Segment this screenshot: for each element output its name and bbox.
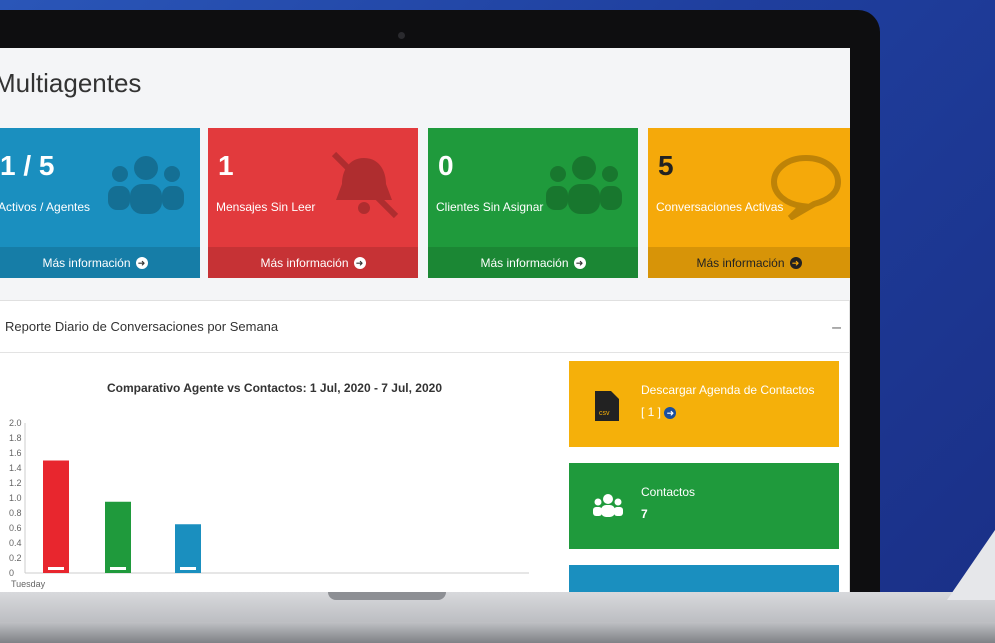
- card-unread-messages: 1 Mensajes Sin Leer Más información ➜: [208, 128, 418, 278]
- card-value: 1 / 5: [0, 150, 55, 181]
- chat-bubble-icon: [770, 154, 842, 220]
- report-panel: Reporte Diario de Conversaciones por Sem…: [0, 300, 850, 603]
- card-value: 0: [438, 150, 454, 181]
- laptop-base-edge: [0, 622, 995, 643]
- card-label: Clientes Sin Asignar: [436, 200, 544, 214]
- y-tick-label: 0.2: [9, 553, 22, 563]
- y-tick-label: 1.2: [9, 478, 22, 488]
- y-tick-label: 1.8: [9, 433, 22, 443]
- more-info-link[interactable]: Más información ➜: [428, 247, 638, 278]
- x-tick-label: Tuesday: [11, 579, 46, 589]
- bar: [43, 460, 69, 573]
- contacts-box[interactable]: Contactos 7: [569, 463, 839, 549]
- info-box-sub: 7: [641, 507, 648, 521]
- more-info-label: Más información: [696, 255, 785, 270]
- more-info-label: Más información: [42, 255, 131, 270]
- card-label: Activos / Agentes: [0, 200, 91, 214]
- more-info-link[interactable]: Más información ➜: [208, 247, 418, 278]
- bar-marker: [48, 567, 64, 570]
- y-tick-label: 1.4: [9, 463, 22, 473]
- users-icon: [108, 156, 184, 214]
- card-value: 1: [218, 150, 234, 181]
- download-contacts-box[interactable]: csv Descargar Agenda de Contactos [ 1 ] …: [569, 361, 839, 447]
- bar: [175, 524, 201, 573]
- contacts-count-link[interactable]: [ 1 ] ➜: [641, 405, 677, 419]
- y-tick-label: 0.8: [9, 508, 22, 518]
- more-info-link[interactable]: Más información ➜: [648, 247, 850, 278]
- info-box-label: Descargar Agenda de Contactos: [641, 383, 815, 397]
- y-tick-label: 0.6: [9, 523, 22, 533]
- arrow-right-circle-icon: ➜: [135, 256, 148, 269]
- bar: [105, 501, 131, 573]
- card-label: Conversaciones Activas: [656, 200, 784, 214]
- report-title: Reporte Diario de Conversaciones por Sem…: [0, 301, 849, 353]
- card-active-conversations: 5 Conversaciones Activas Más información…: [648, 128, 850, 278]
- csv-file-icon: csv: [595, 391, 619, 421]
- users-icon: [546, 156, 622, 214]
- chart-title: Comparativo Agente vs Contactos: 1 Jul, …: [107, 381, 443, 395]
- arrow-right-circle-icon: ➜: [353, 256, 366, 269]
- collapse-button[interactable]: –: [832, 319, 841, 337]
- laptop-base: [0, 592, 995, 643]
- svg-text:csv: csv: [599, 410, 610, 417]
- card-value: 5: [658, 150, 674, 181]
- app-screen: Multiagentes 1 / 5 Activos / Agentes Más…: [0, 48, 850, 603]
- arrow-right-circle-icon: ➜: [789, 256, 802, 269]
- laptop-bezel: Multiagentes 1 / 5 Activos / Agentes Más…: [0, 10, 880, 615]
- bar-chart: 2.0 1.8 1.6 1.4 1.2 1.0 0.8 0.6 0.4 0.2 0Tuesday: [9, 418, 529, 589]
- decorative-wedge: [947, 530, 995, 600]
- y-tick-label: 1.0: [9, 493, 22, 503]
- more-info-label: Más información: [480, 255, 569, 270]
- y-tick-label: 0: [9, 568, 14, 578]
- y-tick-label: 1.6: [9, 448, 22, 458]
- more-info-label: Más información: [260, 255, 349, 270]
- card-label: Mensajes Sin Leer: [216, 200, 316, 214]
- users-icon: [593, 494, 623, 517]
- laptop-notch: [328, 592, 446, 600]
- y-tick-label: 0.4: [9, 538, 22, 548]
- bell-slash-icon: [331, 151, 399, 219]
- y-tick-label: 2.0: [9, 418, 22, 428]
- arrow-right-circle-icon: ➜: [573, 256, 586, 269]
- page-title: Multiagentes: [0, 68, 142, 98]
- card-active-agents: 1 / 5 Activos / Agentes Más información …: [0, 128, 200, 278]
- camera-dot: [398, 32, 405, 39]
- arrow-right-circle-icon: ➜: [664, 407, 677, 419]
- card-unassigned-clients: 0 Clientes Sin Asignar Más información ➜: [428, 128, 638, 278]
- bar-marker: [180, 567, 196, 570]
- more-info-link[interactable]: Más información ➜: [0, 247, 200, 278]
- info-box-label: Contactos: [641, 485, 696, 499]
- info-box-sub: [ 1 ]: [641, 405, 662, 419]
- bar-marker: [110, 567, 126, 570]
